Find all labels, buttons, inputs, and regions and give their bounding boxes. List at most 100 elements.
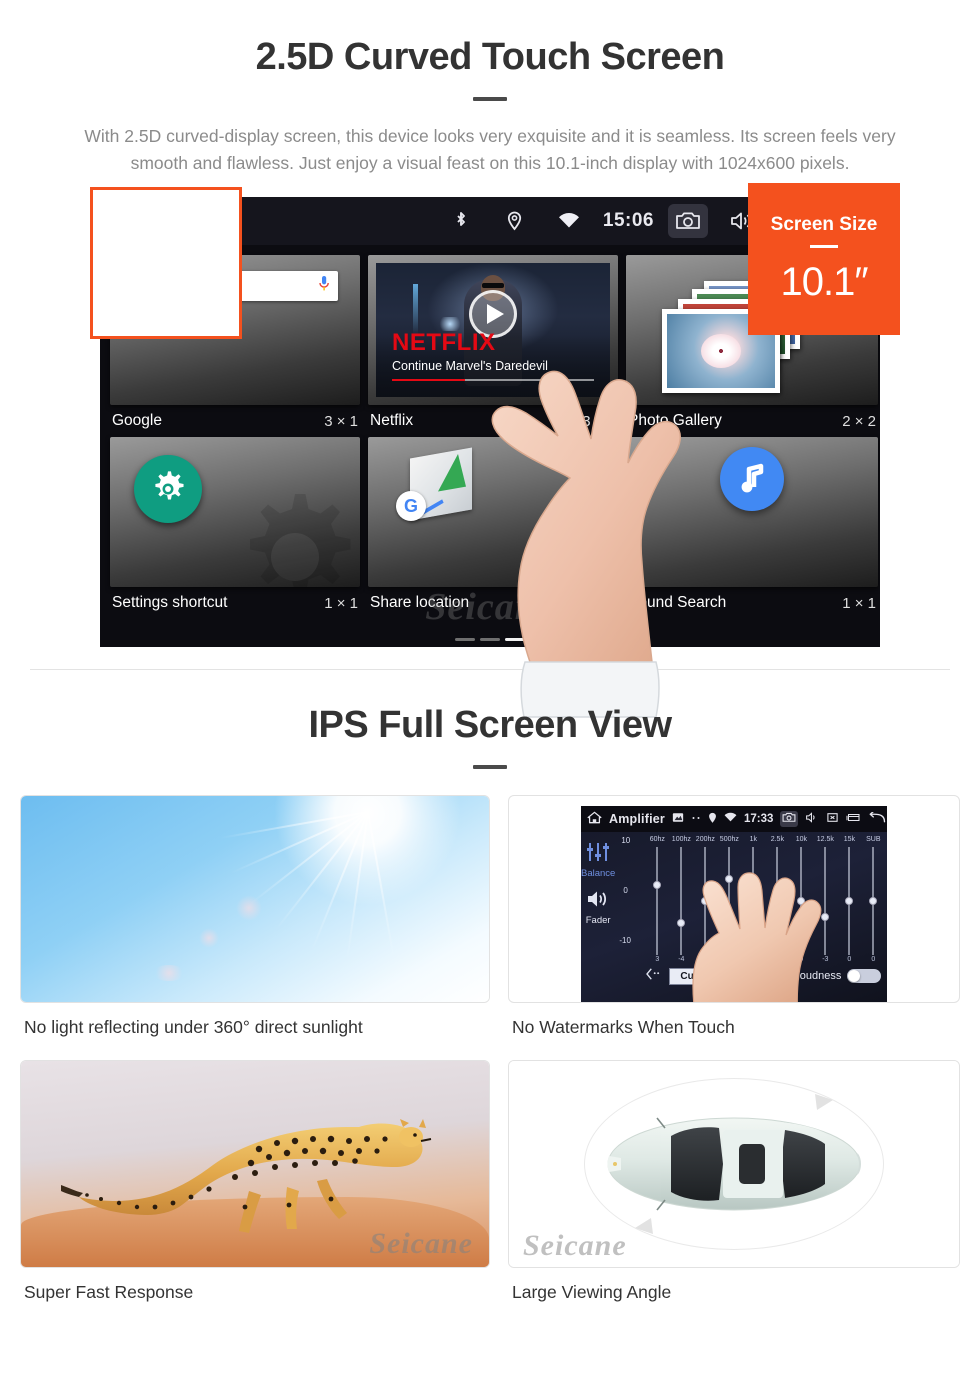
gear-icon[interactable] [134,455,202,523]
netflix-artwork: NETFLIX Continue Marvel's Daredevil [376,263,610,397]
band-label: SUB [866,836,881,843]
feature-caption: Large Viewing Angle [512,1282,672,1302]
blossom-stamen [712,343,730,359]
settings-shortcut-widget[interactable] [110,437,360,587]
eq-knob[interactable] [845,897,854,905]
band-label: 10k [795,836,807,843]
status-bar-clock: 15:06 [602,210,654,231]
widget-name: Photo Gallery [628,412,722,429]
feature-caption: No Watermarks When Touch [512,1017,735,1037]
amplifier-side-menu: Balance Fader [581,832,615,1002]
music-note-icon[interactable] [720,447,784,511]
home-icon[interactable] [587,811,602,827]
amplifier-equalizer-screenshot: Amplifier 17:33 Balance Fader 60hz 100hz… [508,795,960,1003]
widget-name: Netflix [370,412,414,429]
widget-label-row-sound: Sound Search 1 × 1 [626,587,878,619]
volume-icon[interactable] [805,812,819,826]
eq-track[interactable] [869,847,878,955]
lens-flare [236,894,263,921]
blue-sky-sun-photo [20,795,490,1003]
wifi-icon [549,204,589,238]
widget-name: Settings shortcut [112,594,228,611]
title-underline-rule-2 [473,765,507,769]
widget-label-row-gallery: Photo Gallery 2 × 2 [626,405,878,437]
camera-icon[interactable] [668,204,708,238]
close-box-icon[interactable] [826,812,839,826]
netflix-widget[interactable]: NETFLIX Continue Marvel's Daredevil [368,255,618,405]
feature-caption: Super Fast Response [24,1282,194,1302]
prev-preset-icon[interactable] [645,967,661,985]
netflix-subtitle: Continue Marvel's Daredevil [392,359,548,373]
page-dot[interactable] [455,638,475,641]
eq-slider[interactable] [837,847,861,955]
widget-name: Sound Search [628,594,727,611]
share-location-widget[interactable]: G [368,437,618,587]
rotation-arrows [635,1094,833,1234]
feature-card-sunlight: No light reflecting under 360° direct su… [20,795,490,1060]
eq-value: 0 [847,956,852,963]
head-unit-screen-wrapper: 15:06 Google 3 × 1 NETFLIX Continue Marv… [90,183,900,718]
amplifier-status-bar: Amplifier 17:33 [581,806,887,832]
screen-size-label: Screen Size [770,213,878,235]
lens-flare [152,964,187,981]
eq-track[interactable] [845,847,854,955]
eq-slider[interactable] [861,847,885,955]
page-dot[interactable] [480,638,500,641]
netflix-progress-bar[interactable] [392,378,594,381]
widget-size: 1 × 1 [842,594,876,612]
gallery-icon[interactable] [672,812,684,826]
eq-track[interactable] [653,847,662,955]
widget-size: 2 × 2 [842,412,876,430]
title-underline-rule [473,97,507,101]
widget-cell-settings: Settings shortcut 1 × 1 [110,437,360,619]
curved-touch-screen-section: 2.5D Curved Touch Screen With 2.5D curve… [0,0,980,718]
car-top-view-illustration: Seicane [508,1060,960,1268]
location-pin-icon [708,812,717,827]
widget-size: 3 × 2 [582,412,616,430]
home-screen-page-dots[interactable] [455,638,525,641]
equalizer-band-labels: 60hz 100hz 200hz 500hz 1k 2.5k 10k 12.5k… [619,836,887,843]
microphone-icon[interactable] [318,275,330,297]
band-label: 12.5k [816,836,834,843]
section-title-curved: 2.5D Curved Touch Screen [255,36,725,78]
page-dot-active[interactable] [505,638,525,641]
location-pin-icon [495,204,535,238]
feature-card-cheetah: Seicane Super Fast Response [20,1060,490,1325]
camera-icon[interactable] [780,811,799,827]
widget-label-row-netflix: Netflix 3 × 2 [368,405,618,437]
google-g-badge: G [396,491,426,521]
lens-flare [198,927,219,948]
more-dots-icon[interactable] [691,813,701,826]
amplifier-title: Amplifier [609,812,665,826]
widget-cell-sound-search: Sound Search 1 × 1 [626,437,878,619]
band-label: 15k [843,836,855,843]
eq-slider[interactable] [645,847,669,955]
brand-watermark: Seicane [425,586,555,628]
screen-size-value: 10.1″ [780,259,868,304]
running-cheetah-photo: Seicane [20,1060,490,1268]
widget-cell-netflix: NETFLIX Continue Marvel's Daredevil Netf… [368,255,618,437]
eq-knob[interactable] [653,880,662,889]
badge-divider [810,244,838,248]
feature-card-viewing-angle: Seicane Large Viewing Angle [490,1060,960,1325]
sound-search-widget[interactable] [626,437,878,587]
widget-size: 3 × 1 [324,412,358,430]
screen-size-badge: Screen Size 10.1″ [748,183,900,335]
speaker-icon[interactable] [581,889,615,914]
street-lamp-glow [413,284,419,336]
amplifier-screen[interactable]: Amplifier 17:33 Balance Fader 60hz 100hz… [581,806,887,1002]
back-arrow-icon[interactable] [868,810,886,827]
recents-icon[interactable] [846,812,861,826]
netflix-brand: NETFLIX [392,329,496,356]
band-label: 100hz [671,836,691,843]
eq-knob[interactable] [869,897,878,905]
screen-size-badge-frame [90,187,242,339]
widget-label-row-settings: Settings shortcut 1 × 1 [110,587,360,619]
feature-caption: No light reflecting under 360° direct su… [24,1017,363,1037]
brand-watermark: Seicane [523,1229,627,1262]
amplifier-clock: 17:33 [743,813,774,825]
loudness-toggle[interactable] [847,969,882,983]
sliders-icon[interactable] [581,842,615,867]
side-item-label-fader[interactable]: Fader [581,915,615,926]
side-item-label-balance[interactable]: Balance [581,868,615,879]
